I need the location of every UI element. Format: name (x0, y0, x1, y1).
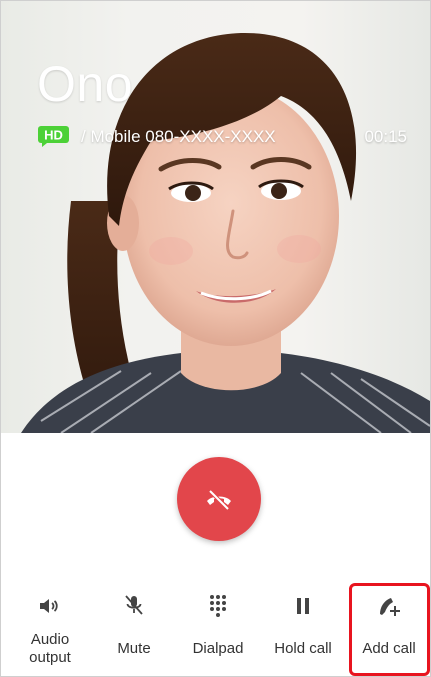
end-call-button[interactable] (177, 457, 261, 541)
audio-output-label-line2: output (29, 649, 71, 666)
pause-icon (297, 598, 309, 614)
mute-label: Mute (117, 640, 151, 657)
add-call-icon (380, 598, 400, 616)
call-info-row: HD / Mobile 080-XXXX-XXXX 00:15 (37, 125, 407, 149)
audio-output-label-line1: Audio (30, 631, 70, 648)
audio-output-button[interactable]: Audio output (9, 583, 91, 675)
speaker-icon (40, 599, 58, 613)
contact-photo: Ono HD / Mobile 080-XXXX-XXXX 00:15 (1, 1, 430, 433)
end-call-icon (207, 489, 231, 511)
call-number: / Mobile 080-XXXX-XXXX (81, 127, 276, 146)
incall-screen: Ono HD / Mobile 080-XXXX-XXXX 00:15 Audi… (0, 0, 431, 677)
hold-call-label: Hold call (274, 640, 332, 657)
add-call-button[interactable]: Add call (348, 583, 430, 675)
dialpad-icon (210, 595, 226, 617)
dialpad-button[interactable]: Dialpad (177, 583, 259, 675)
call-controls: Audio output Mute Dialpad Hold call Add … (1, 583, 430, 676)
hold-call-button[interactable]: Hold call (262, 583, 344, 675)
add-call-label: Add call (362, 640, 416, 657)
mic-off-icon (125, 595, 143, 615)
call-timer: 00:15 (364, 127, 407, 146)
mute-button[interactable]: Mute (93, 583, 175, 675)
contact-name: Ono (37, 56, 134, 112)
hd-voice-icon: HD (38, 126, 69, 147)
dialpad-label: Dialpad (192, 640, 244, 657)
audio-output-label: Audio output (9, 631, 91, 667)
hd-badge-text: HD (44, 128, 63, 143)
